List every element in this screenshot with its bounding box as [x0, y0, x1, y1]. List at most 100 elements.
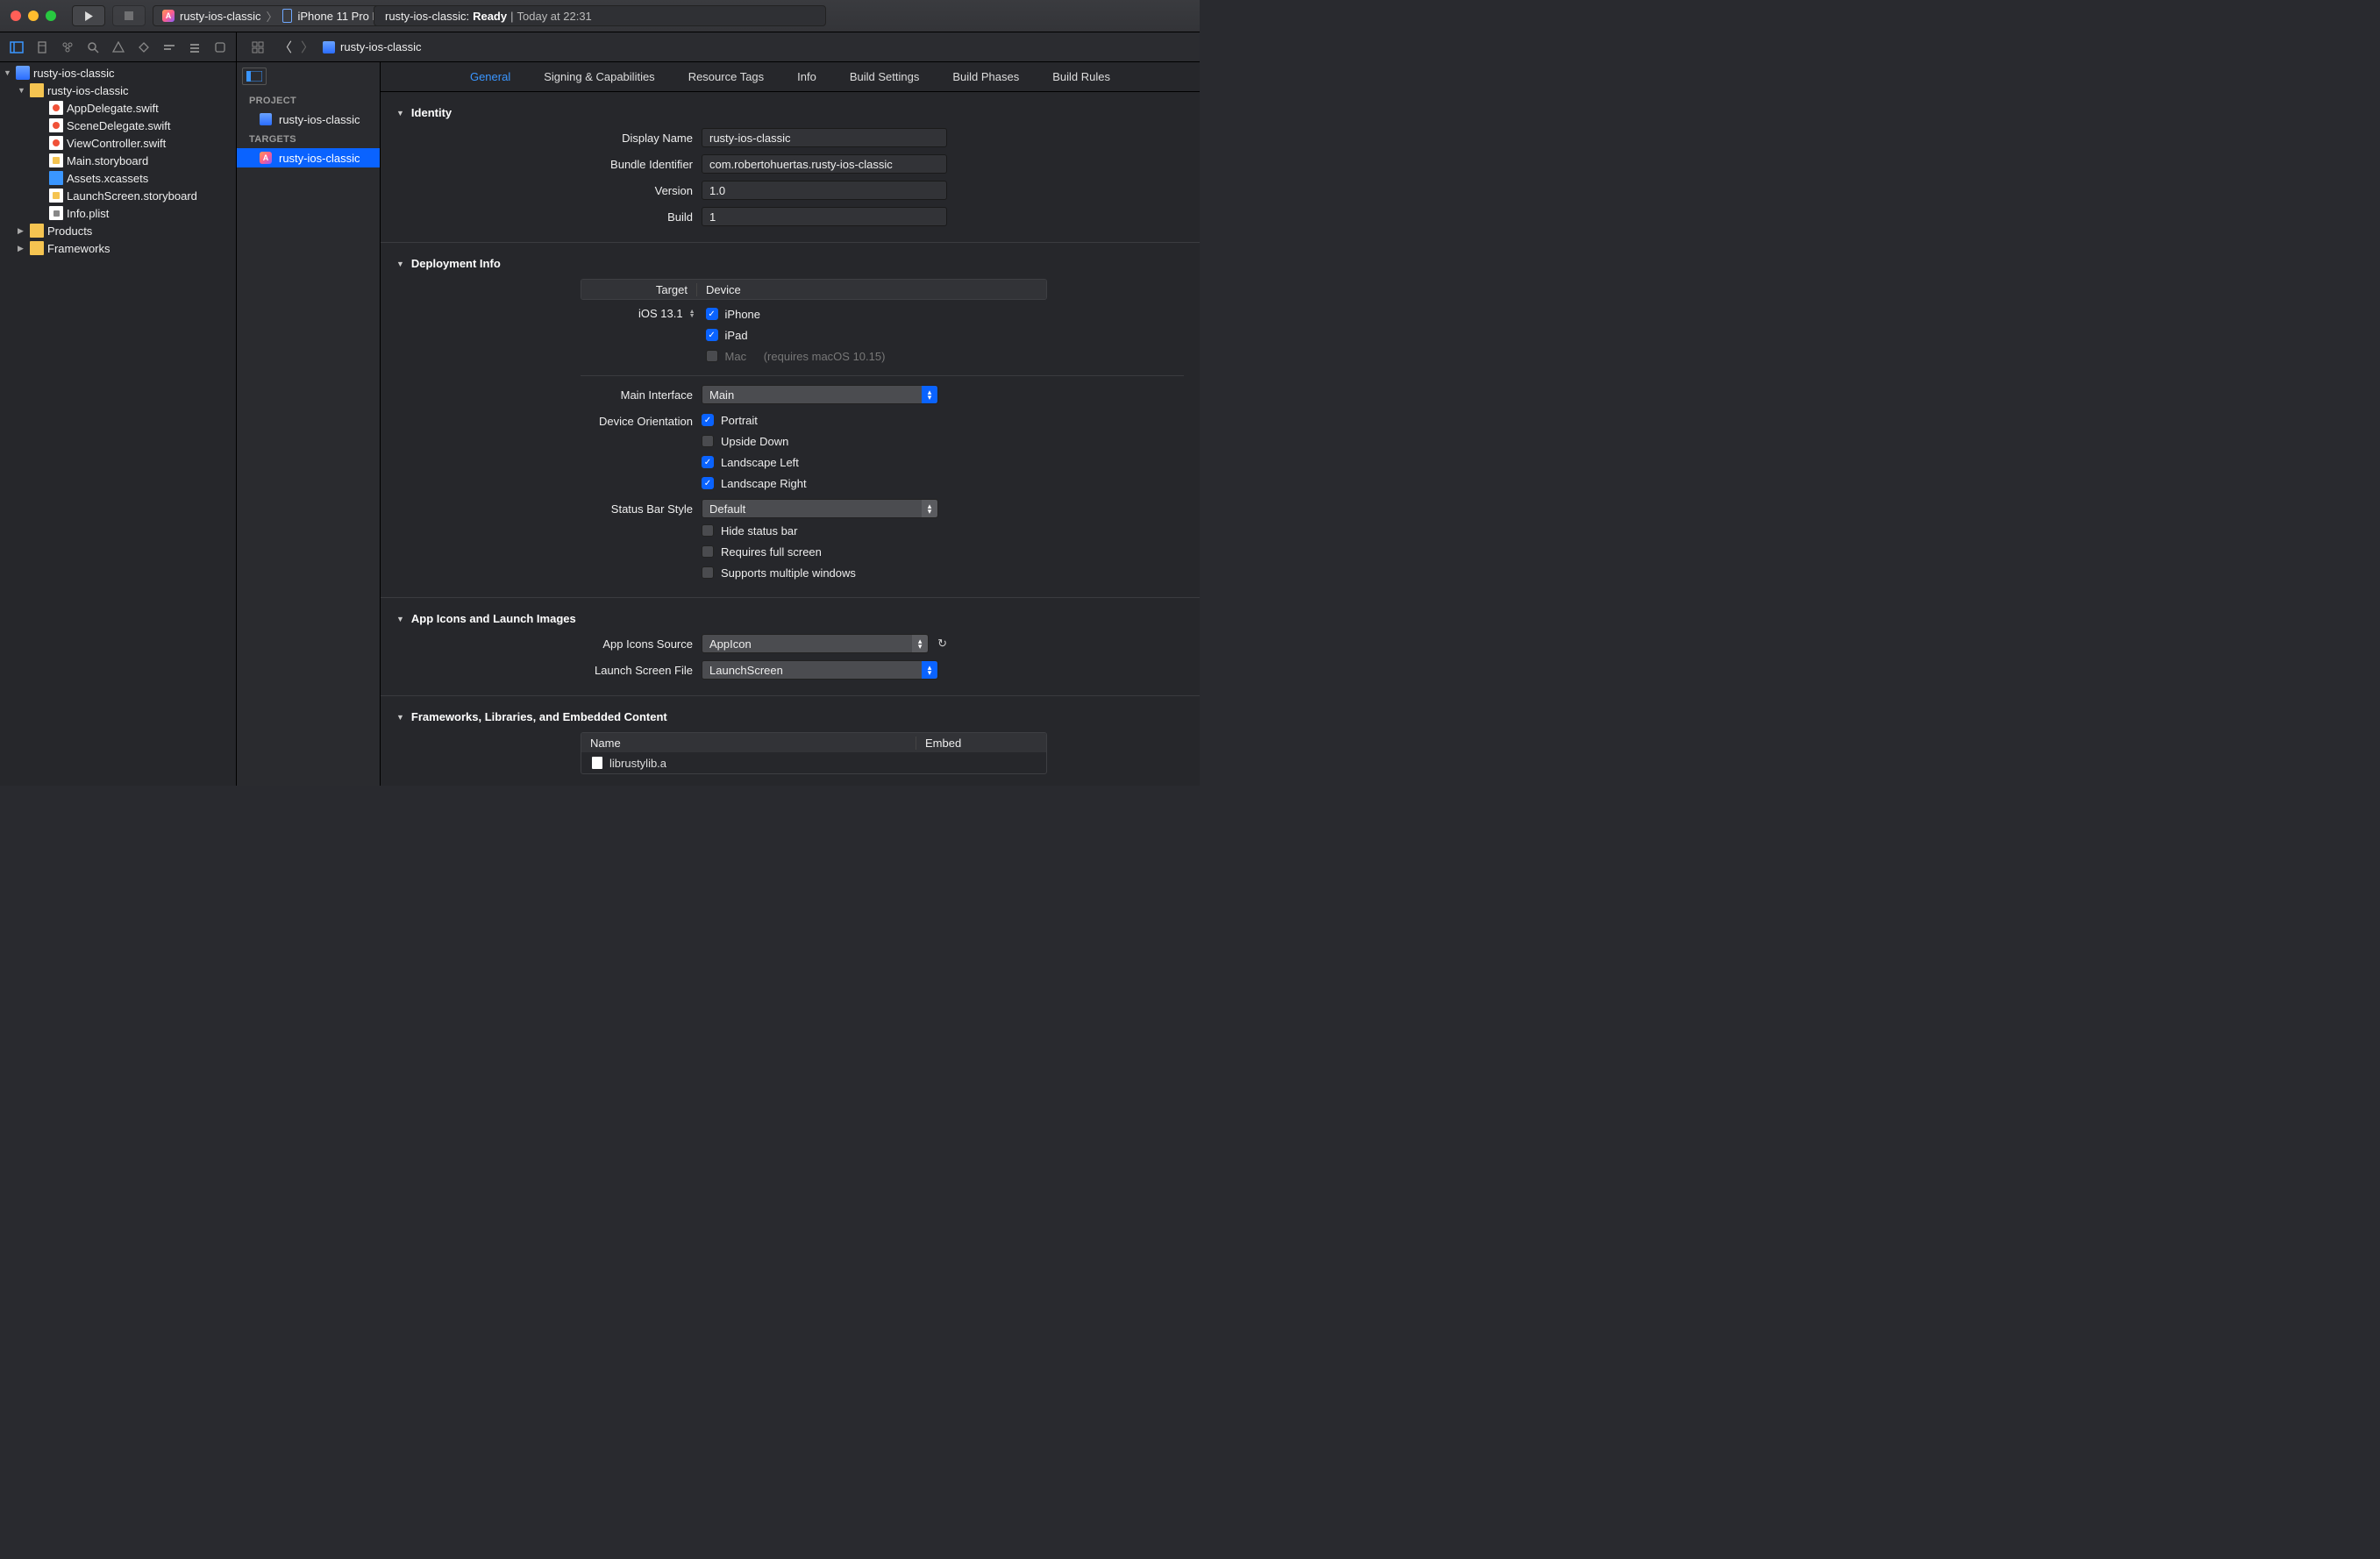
disclosure-icon[interactable]: ▼ [396, 260, 404, 268]
editor-layout-icon[interactable] [242, 68, 267, 85]
main-interface-select[interactable]: Main ▴▾ [702, 385, 938, 404]
deployment-table: Target Device [581, 279, 1047, 300]
disclosure-icon[interactable]: ▼ [4, 68, 12, 77]
run-button[interactable] [72, 5, 105, 26]
tab-info[interactable]: Info [797, 70, 816, 83]
display-name-field[interactable]: rusty-ios-classic [702, 128, 947, 147]
close-icon[interactable] [11, 11, 21, 21]
checkbox-icon[interactable]: ✓ [702, 477, 714, 489]
tree-file[interactable]: AppDelegate.swift [0, 99, 236, 117]
orientation-landscape-left[interactable]: ✓Landscape Left [702, 453, 947, 471]
section-header[interactable]: ▼ Identity [396, 101, 1184, 128]
build-label: Build [412, 207, 693, 226]
tab-build-rules[interactable]: Build Rules [1052, 70, 1110, 83]
section-header[interactable]: ▼ Deployment Info [396, 252, 1184, 279]
project-navigator-icon[interactable] [5, 35, 27, 60]
back-icon[interactable]: 〈 [279, 38, 292, 56]
disclosure-icon[interactable]: ▼ [396, 713, 404, 722]
tree-file[interactable]: LaunchScreen.storyboard [0, 187, 236, 204]
tree-file[interactable]: Assets.xcassets [0, 169, 236, 187]
zoom-icon[interactable] [46, 11, 56, 21]
find-navigator-icon[interactable] [82, 35, 103, 60]
project-item[interactable]: rusty-ios-classic [237, 110, 380, 129]
tree-label: Main.storyboard [67, 154, 148, 167]
disclosure-icon[interactable]: ▼ [396, 615, 404, 623]
forward-icon[interactable]: 〉 [301, 38, 314, 56]
storyboard-file-icon [49, 189, 63, 203]
orientation-portrait[interactable]: ✓Portrait [702, 411, 947, 429]
section-header[interactable]: ▼ Frameworks, Libraries, and Embedded Co… [396, 705, 1184, 732]
tree-root[interactable]: ▼ rusty-ios-classic [0, 64, 236, 82]
version-field[interactable]: 1.0 [702, 181, 947, 200]
checkbox-icon[interactable]: ✓ [706, 329, 718, 341]
orientation-upsidedown[interactable]: Upside Down [702, 432, 947, 450]
tree-group[interactable]: ▶ Products [0, 222, 236, 239]
section-title: Frameworks, Libraries, and Embedded Cont… [411, 710, 667, 723]
device-iphone[interactable]: ✓iPhone [706, 305, 886, 323]
disclosure-icon[interactable]: ▼ [396, 109, 404, 117]
breadcrumb[interactable]: rusty-ios-classic [323, 40, 421, 53]
checkbox-icon[interactable]: ✓ [702, 456, 714, 468]
tree-file[interactable]: SceneDelegate.swift [0, 117, 236, 134]
activity-status[interactable]: rusty-ios-classic: Ready | Today at 22:3… [374, 5, 826, 26]
checkbox-icon[interactable] [702, 435, 714, 447]
tree-file[interactable]: Main.storyboard [0, 152, 236, 169]
minimize-icon[interactable] [28, 11, 39, 21]
report-navigator-icon[interactable] [209, 35, 231, 60]
refresh-icon[interactable]: ↻ [937, 637, 947, 651]
storyboard-file-icon [49, 153, 63, 167]
checkbox-label: Supports multiple windows [721, 566, 856, 580]
build-field[interactable]: 1 [702, 207, 947, 226]
scheme-selector[interactable]: rusty-ios-classic 〉 iPhone 11 Pro Max [153, 5, 403, 26]
section-header[interactable]: ▼ App Icons and Launch Images [396, 607, 1184, 634]
tab-resource-tags[interactable]: Resource Tags [688, 70, 764, 83]
disclosure-icon[interactable]: ▶ [18, 226, 26, 236]
target-item[interactable]: rusty-ios-classic [237, 148, 380, 167]
ios-version-select[interactable]: iOS 13.1 ▲▼ [638, 305, 695, 320]
stepper-icon[interactable]: ▲▼ [689, 310, 695, 318]
supports-multiple-windows[interactable]: Supports multiple windows [702, 564, 947, 581]
target-item-label: rusty-ios-classic [279, 152, 360, 165]
test-navigator-icon[interactable] [132, 35, 154, 60]
tree-file[interactable]: ViewController.swift [0, 134, 236, 152]
tab-signing[interactable]: Signing & Capabilities [544, 70, 654, 83]
tab-general[interactable]: General [470, 70, 510, 83]
symbol-navigator-icon[interactable] [56, 35, 78, 60]
tab-build-settings[interactable]: Build Settings [850, 70, 920, 83]
related-items-icon[interactable] [246, 35, 270, 60]
hide-status-bar[interactable]: Hide status bar [702, 522, 947, 539]
device-ipad[interactable]: ✓iPad [706, 326, 886, 344]
checkbox-icon[interactable]: ✓ [706, 308, 718, 320]
tree-group[interactable]: ▶ Frameworks [0, 239, 236, 257]
disclosure-icon[interactable]: ▼ [18, 86, 26, 95]
checkbox-icon[interactable] [702, 524, 714, 537]
app-icons-source-select[interactable]: AppIcon ▴▾ [702, 634, 929, 653]
disclosure-icon[interactable]: ▶ [18, 244, 26, 253]
checkbox-icon[interactable] [706, 350, 718, 362]
source-control-navigator-icon[interactable] [31, 35, 53, 60]
chevron-down-icon: ▴▾ [922, 386, 937, 403]
bundle-id-field[interactable]: com.robertohuertas.rusty-ios-classic [702, 154, 947, 174]
navigator-toolbar: 〈 〉 rusty-ios-classic [0, 32, 1200, 62]
display-name-value: rusty-ios-classic [709, 132, 790, 145]
issue-navigator-icon[interactable] [107, 35, 129, 60]
checkbox-icon[interactable] [702, 566, 714, 579]
statusbar-select[interactable]: Default ▴▾ [702, 499, 938, 518]
section-identity: ▼ Identity Display Name rusty-ios-classi… [381, 92, 1200, 243]
section-app-icons: ▼ App Icons and Launch Images App Icons … [381, 598, 1200, 696]
device-mac[interactable]: Mac (requires macOS 10.15) [706, 347, 886, 365]
stop-button[interactable] [112, 5, 146, 26]
breakpoint-navigator-icon[interactable] [183, 35, 205, 60]
checkbox-icon[interactable] [702, 545, 714, 558]
framework-row[interactable]: librustylib.a [581, 752, 1046, 773]
requires-full-screen[interactable]: Requires full screen [702, 543, 947, 560]
debug-navigator-icon[interactable] [158, 35, 180, 60]
tab-build-phases[interactable]: Build Phases [952, 70, 1019, 83]
tree-file[interactable]: Info.plist [0, 204, 236, 222]
launch-screen-label: Launch Screen File [412, 660, 693, 680]
tree-group[interactable]: ▼ rusty-ios-classic [0, 82, 236, 99]
targets-heading: TARGETS [237, 129, 380, 148]
orientation-landscape-right[interactable]: ✓Landscape Right [702, 474, 947, 492]
checkbox-icon[interactable]: ✓ [702, 414, 714, 426]
launch-screen-select[interactable]: LaunchScreen ▴▾ [702, 660, 938, 680]
